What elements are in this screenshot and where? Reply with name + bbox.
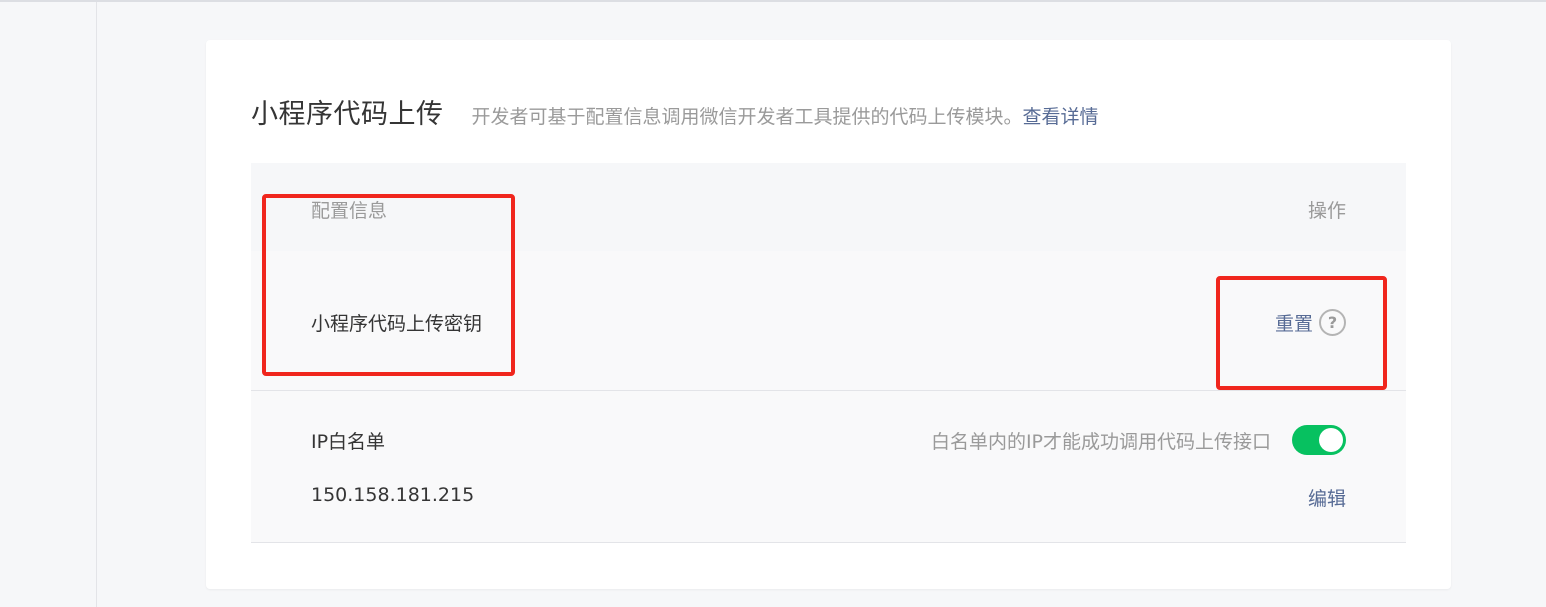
section-header: 小程序代码上传 开发者可基于配置信息调用微信开发者工具提供的代码上传模块。 查看… [251,92,1099,131]
ip-address-value: 150.158.181.215 [311,484,475,506]
code-upload-card: 小程序代码上传 开发者可基于配置信息调用微信开发者工具提供的代码上传模块。 查看… [206,40,1451,589]
edit-button[interactable]: 编辑 [1308,484,1346,511]
left-sidebar [0,2,97,607]
reset-button[interactable]: 重置 [1275,309,1313,336]
ip-whitelist-hint: 白名单内的IP才能成功调用代码上传接口 [930,431,1271,453]
toggle-knob [1319,428,1343,452]
section-description: 开发者可基于配置信息调用微信开发者工具提供的代码上传模块。 [471,106,1023,128]
secret-key-label: 小程序代码上传密钥 [311,313,483,335]
details-link[interactable]: 查看详情 [1023,102,1099,129]
header-config-info: 配置信息 [311,200,388,222]
ip-whitelist-label: IP白名单 [311,431,386,453]
config-table: 配置信息 操作 小程序代码上传密钥 重置 ? IP白名单 白名单内的IP才能成功… [251,163,1406,543]
ip-whitelist-toggle[interactable] [1292,425,1346,455]
ip-whitelist-row: IP白名单 白名单内的IP才能成功调用代码上传接口 150.158.181.21… [251,391,1406,543]
section-title: 小程序代码上传 [251,99,444,130]
top-divider [0,0,1546,2]
secret-key-actions: 重置 ? [1275,309,1346,336]
header-actions: 操作 [1307,200,1346,222]
table-header: 配置信息 操作 [251,163,1406,251]
help-icon[interactable]: ? [1319,309,1346,336]
secret-key-row: 小程序代码上传密钥 重置 ? [251,251,1406,391]
